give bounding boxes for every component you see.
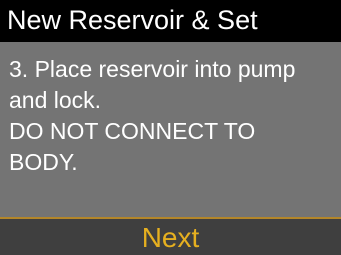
title-bar: New Reservoir & Set bbox=[0, 0, 341, 42]
instruction-line-2: and lock. bbox=[9, 87, 102, 113]
softkey-bar: Next bbox=[0, 219, 341, 255]
next-button[interactable]: Next bbox=[0, 221, 341, 255]
instruction-panel: 3. Place reservoir into pump and lock. D… bbox=[0, 42, 341, 217]
instruction-line-3: DO NOT CONNECT TO bbox=[9, 118, 256, 144]
pump-screen: New Reservoir & Set 3. Place reservoir i… bbox=[0, 0, 341, 255]
instruction-line-4: BODY. bbox=[9, 149, 78, 175]
instruction-line-1: 3. Place reservoir into pump bbox=[9, 56, 296, 82]
instruction-text: 3. Place reservoir into pump and lock. D… bbox=[9, 54, 337, 178]
screen-title: New Reservoir & Set bbox=[7, 5, 258, 35]
